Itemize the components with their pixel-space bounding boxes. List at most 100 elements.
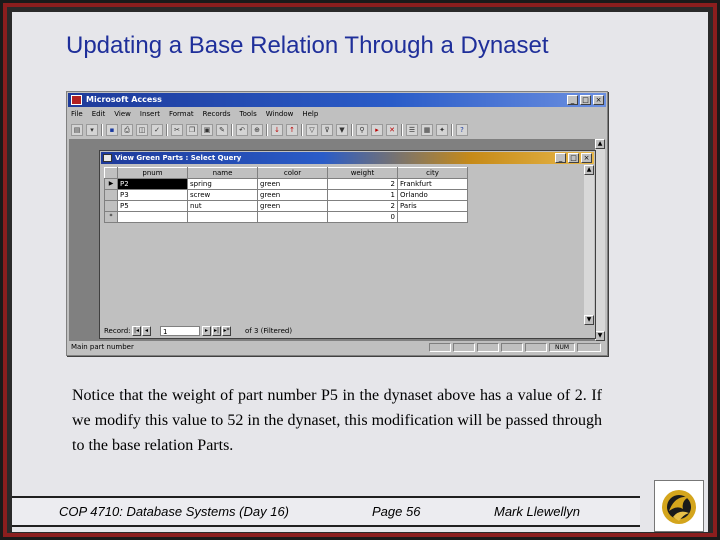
query-window: View Green Parts : Select Query _ □ × pn… (99, 150, 596, 339)
record-selector[interactable] (104, 189, 118, 201)
table-cell[interactable] (187, 211, 258, 223)
record-selector[interactable]: * (104, 211, 118, 223)
query-close-button[interactable]: × (581, 153, 592, 163)
dropdown-icon[interactable]: ▾ (86, 123, 98, 136)
table-cell[interactable]: P3 (117, 189, 188, 201)
table-cell[interactable]: P2 (117, 178, 188, 190)
table-cell[interactable]: 0 (327, 211, 398, 223)
menu-insert[interactable]: Insert (140, 108, 160, 120)
column-header[interactable]: city (397, 167, 468, 179)
table-cell[interactable]: 1 (327, 189, 398, 201)
table-cell[interactable]: spring (187, 178, 258, 190)
status-panel (501, 343, 523, 352)
print-preview-icon[interactable]: ◫ (136, 123, 148, 136)
filter-by-form-icon[interactable]: ⊽ (321, 123, 333, 136)
body-text: Notice that the weight of part number P5… (72, 387, 602, 454)
table-cell[interactable]: 2 (327, 178, 398, 190)
print-icon[interactable]: ⎙ (121, 123, 133, 136)
toolbar-separator (301, 123, 303, 136)
table-cell[interactable]: nut (187, 200, 258, 212)
undo-icon[interactable]: ↶ (236, 123, 248, 136)
table-cell[interactable]: P5 (117, 200, 188, 212)
cut-icon[interactable]: ✂ (171, 123, 183, 136)
status-panel (577, 343, 601, 352)
delete-record-icon[interactable]: ✕ (386, 123, 398, 136)
column-header[interactable]: name (187, 167, 258, 179)
query-title-bar[interactable]: View Green Parts : Select Query _ □ × (101, 152, 594, 164)
find-icon[interactable]: ⚲ (356, 123, 368, 136)
record-number: 1 (163, 328, 168, 336)
menu-window[interactable]: Window (266, 108, 294, 120)
slide: Updating a Base Relation Through a Dynas… (12, 12, 708, 532)
last-record-icon[interactable]: ▸| (212, 326, 221, 336)
menu-edit[interactable]: Edit (92, 108, 106, 120)
record-selector[interactable] (104, 200, 118, 212)
paste-icon[interactable]: ▣ (201, 123, 213, 136)
minimize-button[interactable]: _ (567, 95, 578, 105)
access-title: Microsoft Access (86, 95, 162, 104)
table-row[interactable]: P3 screw green 1 Orlando (104, 189, 468, 201)
column-header[interactable]: weight (327, 167, 398, 179)
table-cell[interactable]: green (257, 189, 328, 201)
menu-file[interactable]: File (71, 108, 83, 120)
toolbar-separator (266, 123, 268, 136)
database-window-icon[interactable]: ▦ (421, 123, 433, 136)
scroll-up-icon[interactable]: ▲ (595, 139, 605, 149)
filter-by-selection-icon[interactable]: ▽ (306, 123, 318, 136)
menu-tools[interactable]: Tools (240, 108, 257, 120)
next-record-icon[interactable]: ▸ (202, 326, 211, 336)
help-icon[interactable]: ? (456, 123, 468, 136)
prev-record-icon[interactable]: ◂ (142, 326, 151, 336)
pegasus-logo-icon (655, 481, 703, 531)
table-cell[interactable]: Paris (397, 200, 468, 212)
sort-ascending-icon[interactable]: ↓ (271, 123, 283, 136)
scroll-down-icon[interactable]: ▼ (595, 331, 605, 341)
menu-help[interactable]: Help (302, 108, 318, 120)
query-vertical-scrollbar[interactable]: ▲ ▼ (584, 165, 594, 325)
close-button[interactable]: × (593, 95, 604, 105)
copy-icon[interactable]: ❐ (186, 123, 198, 136)
table-cell[interactable]: green (257, 200, 328, 212)
table-row[interactable]: P5 nut green 2 Paris (104, 200, 468, 212)
table-row[interactable]: ▶ P2 spring green 2 Frankfurt (104, 178, 468, 190)
scroll-up-icon[interactable]: ▲ (584, 165, 594, 175)
spelling-icon[interactable]: ✓ (151, 123, 163, 136)
app-vertical-scrollbar[interactable]: ▲ ▼ (595, 139, 605, 341)
new-record-row[interactable]: * 0 (104, 211, 468, 223)
new-record-nav-icon[interactable]: ▸* (222, 326, 231, 336)
footer-author: Mark Llewellyn (494, 504, 580, 519)
scroll-down-icon[interactable]: ▼ (584, 315, 594, 325)
table-cell[interactable]: green (257, 178, 328, 190)
record-selector[interactable]: ▶ (104, 178, 118, 190)
table-cell[interactable]: Orlando (397, 189, 468, 201)
access-title-bar[interactable]: Microsoft Access _ □ × (68, 93, 606, 107)
record-navigator: Record: |◂ ◂ 1 ▸ ▸| ▸* of 3 (Filtered) (102, 326, 582, 336)
menu-view[interactable]: View (114, 108, 131, 120)
menu-bar: File Edit View Insert Format Records Too… (71, 108, 318, 120)
new-object-icon[interactable]: ✦ (436, 123, 448, 136)
query-maximize-button[interactable]: □ (568, 153, 579, 163)
save-icon[interactable]: ▪ (106, 123, 118, 136)
table-cell[interactable]: screw (187, 189, 258, 201)
record-number-input[interactable]: 1 (160, 326, 200, 336)
properties-icon[interactable]: ☰ (406, 123, 418, 136)
apply-filter-icon[interactable]: ▼ (336, 123, 348, 136)
table-cell[interactable]: 2 (327, 200, 398, 212)
table-cell[interactable] (257, 211, 328, 223)
hyperlink-icon[interactable]: ⊕ (251, 123, 263, 136)
row-selector-header[interactable] (104, 167, 118, 179)
format-painter-icon[interactable]: ✎ (216, 123, 228, 136)
menu-format[interactable]: Format (169, 108, 194, 120)
table-cell[interactable] (117, 211, 188, 223)
menu-records[interactable]: Records (203, 108, 231, 120)
new-record-icon[interactable]: ▸ (371, 123, 383, 136)
first-record-icon[interactable]: |◂ (132, 326, 141, 336)
view-icon[interactable]: ▤ (71, 123, 83, 136)
column-header[interactable]: pnum (117, 167, 188, 179)
table-cell[interactable]: Frankfurt (397, 178, 468, 190)
sort-descending-icon[interactable]: ↑ (286, 123, 298, 136)
maximize-button[interactable]: □ (580, 95, 591, 105)
column-header[interactable]: color (257, 167, 328, 179)
table-cell[interactable] (397, 211, 468, 223)
query-minimize-button[interactable]: _ (555, 153, 566, 163)
